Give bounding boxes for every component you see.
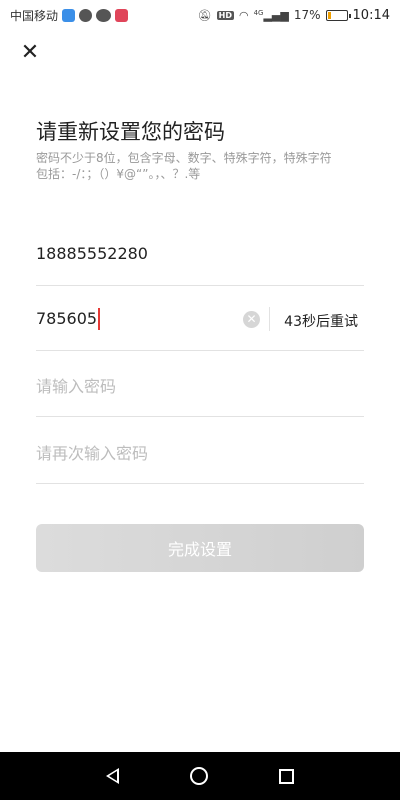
wifi-icon: ◠ <box>238 8 249 22</box>
clear-icon[interactable]: ✕ <box>243 311 260 328</box>
system-nav-bar <box>0 752 400 800</box>
submit-button[interactable]: 完成设置 <box>36 524 364 572</box>
password-rules-hint: 密码不少于8位，包含字母、数字、特殊字符，特殊字符 包括：-/：；（）¥@“”。… <box>36 150 376 182</box>
resend-code-button[interactable]: 43秒后重试 <box>284 311 358 331</box>
divider <box>269 307 270 331</box>
signal-icon: 4G▂▄▆ <box>253 8 289 22</box>
hint-line-2: 包括：-/：；（）¥@“”。，、？.等 <box>36 167 201 181</box>
phone-value: 18885552280 <box>36 244 148 263</box>
close-icon: ✕ <box>20 39 40 65</box>
status-left: 中国移动 <box>10 7 129 24</box>
wechat-icon <box>96 8 112 22</box>
battery-icon <box>325 9 351 21</box>
close-button[interactable]: ✕ <box>18 39 42 65</box>
network-label: 4G <box>253 8 264 17</box>
text-cursor <box>98 307 101 330</box>
app-notification-icon <box>62 8 76 22</box>
verification-code-field[interactable]: 785605 ✕ 43秒后重试 <box>36 287 364 351</box>
clock: 10:14 <box>352 7 390 23</box>
status-bar: 中国移动 🔕︎ HD ◠ 4G▂▄▆ 17% 10:14 <box>0 0 400 30</box>
back-icon[interactable] <box>105 768 119 784</box>
message-icon <box>79 8 93 22</box>
password-field[interactable]: 请输入密码 <box>36 353 364 417</box>
recent-apps-icon[interactable] <box>279 768 295 784</box>
page-title: 请重新设置您的密码 <box>36 120 225 144</box>
battery-percent: 17% <box>293 8 321 22</box>
mute-icon: 🔕︎ <box>197 8 212 22</box>
hd-badge: HD <box>216 10 234 20</box>
status-right: 🔕︎ HD ◠ 4G▂▄▆ 17% 10:14 <box>198 8 390 23</box>
code-value: 785605 <box>36 309 98 328</box>
phone-field[interactable]: 18885552280 <box>36 222 364 286</box>
password-placeholder: 请输入密码 <box>36 376 117 396</box>
password-confirm-field[interactable]: 请再次输入密码 <box>36 420 364 484</box>
app-red-icon <box>115 8 129 22</box>
password-confirm-placeholder: 请再次输入密码 <box>36 443 149 463</box>
carrier-label: 中国移动 <box>10 8 59 23</box>
home-icon[interactable] <box>189 767 208 785</box>
battery-fill <box>327 11 331 19</box>
hint-line-1: 密码不少于8位，包含字母、数字、特殊字符，特殊字符 <box>36 151 332 165</box>
